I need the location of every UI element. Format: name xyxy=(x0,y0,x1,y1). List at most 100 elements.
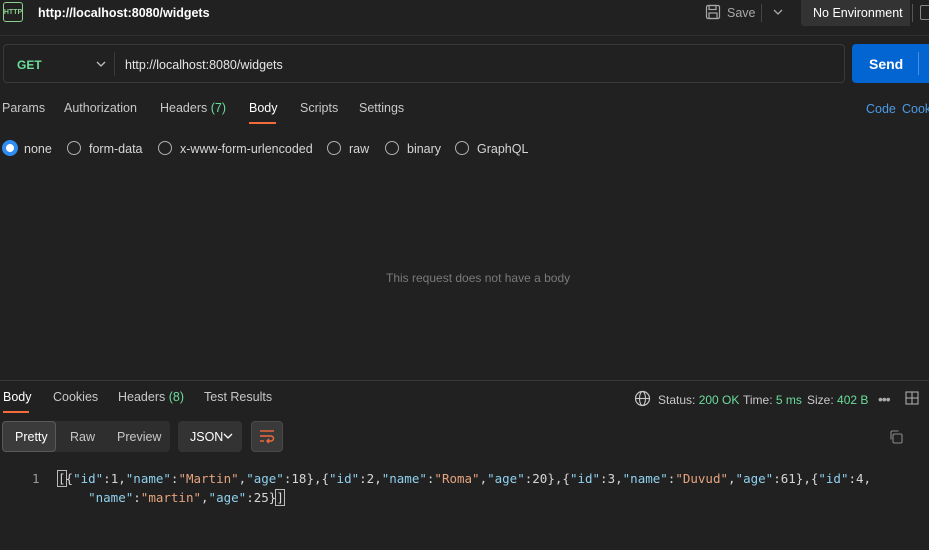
tab-scripts[interactable]: Scripts xyxy=(300,101,338,115)
json-punctuation: , xyxy=(863,471,872,486)
more-options-icon[interactable]: ••• xyxy=(878,391,891,407)
json-key: "age" xyxy=(246,471,284,486)
time-value: 5 ms xyxy=(775,393,802,407)
json-punctuation: , xyxy=(803,471,811,486)
json-key: "id" xyxy=(569,471,601,486)
status-value: 200 OK xyxy=(698,393,740,407)
radio-urlencoded-label[interactable]: x-www-form-urlencoded xyxy=(180,142,313,156)
json-punctuation: , xyxy=(201,490,209,505)
radio-form-data-label[interactable]: form-data xyxy=(89,142,143,156)
json-string: "Martin" xyxy=(178,471,239,486)
wrap-lines-icon[interactable] xyxy=(258,428,276,444)
divider xyxy=(761,4,762,22)
response-time[interactable]: Time: 5 ms xyxy=(743,393,802,407)
json-punctuation: { xyxy=(321,471,330,486)
json-number: 4 xyxy=(856,471,864,486)
radio-none[interactable] xyxy=(2,140,18,156)
json-string: "martin" xyxy=(140,490,202,505)
radio-raw-label[interactable]: raw xyxy=(349,142,369,156)
radio-raw[interactable] xyxy=(327,141,341,155)
cookies-link[interactable]: Cookies xyxy=(902,102,929,116)
radio-graphql-label[interactable]: GraphQL xyxy=(477,142,528,156)
response-body-line-1[interactable]: [{"id":1,"name":"Martin","age":18},{"id"… xyxy=(57,470,872,487)
method-select[interactable]: GET xyxy=(17,58,42,72)
json-key: "id" xyxy=(818,471,849,486)
radio-binary[interactable] xyxy=(385,141,399,155)
copy-icon[interactable] xyxy=(888,429,904,445)
json-punctuation: } xyxy=(306,471,314,486)
tab-authorization[interactable]: Authorization xyxy=(64,101,137,115)
response-size[interactable]: Size: 402 B xyxy=(807,393,868,407)
radio-binary-label[interactable]: binary xyxy=(407,142,441,156)
radio-none-label[interactable]: none xyxy=(24,142,52,156)
divider xyxy=(918,52,919,75)
chevron-down-icon[interactable] xyxy=(222,430,234,442)
layout-toggle-icon[interactable] xyxy=(905,391,919,405)
json-punctuation: : xyxy=(359,471,367,486)
json-key: "name" xyxy=(125,471,171,486)
environment-label[interactable]: No Environment xyxy=(813,6,903,20)
json-number: 18 xyxy=(291,471,307,486)
json-punctuation: , xyxy=(479,471,488,486)
json-number: 20 xyxy=(532,471,548,486)
save-button[interactable]: Save xyxy=(727,6,756,20)
response-status[interactable]: Status: 200 OK xyxy=(658,393,739,407)
json-string: "Roma" xyxy=(434,471,480,486)
response-tab-body[interactable]: Body xyxy=(3,390,32,404)
response-tab-test-results[interactable]: Test Results xyxy=(204,390,272,404)
request-tab-title[interactable]: http://localhost:8080/widgets xyxy=(38,6,210,20)
send-button-label[interactable]: Send xyxy=(869,56,903,72)
tab-settings[interactable]: Settings xyxy=(359,101,404,115)
json-punctuation: , xyxy=(313,471,322,486)
json-number: 3 xyxy=(607,471,616,486)
status-label: Status: xyxy=(658,393,696,407)
json-punctuation: , xyxy=(118,471,126,486)
tab-params[interactable]: Params xyxy=(2,101,45,115)
json-string: "Duvud" xyxy=(675,471,729,486)
code-link[interactable]: Code xyxy=(866,102,896,116)
save-icon[interactable] xyxy=(705,4,721,20)
format-raw-button[interactable]: Raw xyxy=(70,430,95,444)
pane-resize-handle[interactable] xyxy=(0,380,929,381)
globe-icon[interactable] xyxy=(634,390,651,407)
json-key: "age" xyxy=(487,471,525,486)
json-punctuation: : xyxy=(103,471,111,486)
radio-form-data[interactable] xyxy=(67,141,81,155)
json-punctuation: , xyxy=(374,471,382,486)
language-label[interactable]: JSON xyxy=(190,430,223,444)
time-label: Time: xyxy=(743,393,773,407)
response-tab-headers[interactable]: Headers (8) xyxy=(118,390,184,404)
json-punctuation: , xyxy=(728,471,736,486)
json-key: "id" xyxy=(329,471,360,486)
divider xyxy=(912,4,913,22)
http-request-icon: HTTP xyxy=(3,2,23,22)
json-punctuation: , xyxy=(615,471,623,486)
json-punctuation: : xyxy=(133,490,141,505)
json-punctuation: ] xyxy=(275,489,285,506)
response-body-line-2[interactable]: "name":"martin","age":25}] xyxy=(58,489,285,506)
json-key: "age" xyxy=(735,471,774,486)
chevron-down-icon[interactable] xyxy=(771,4,785,20)
radio-urlencoded[interactable] xyxy=(158,141,172,155)
radio-graphql[interactable] xyxy=(455,141,469,155)
environment-quick-look-icon[interactable] xyxy=(920,5,929,20)
format-preview-button[interactable]: Preview xyxy=(117,430,161,444)
json-key: "name" xyxy=(381,471,427,486)
size-label: Size: xyxy=(807,393,834,407)
response-headers-count: (8) xyxy=(168,390,185,404)
empty-body-message: This request does not have a body xyxy=(386,271,571,285)
line-number: 1 xyxy=(32,471,40,486)
json-number: 61 xyxy=(780,471,796,486)
headers-count: (7) xyxy=(210,101,227,115)
size-value: 402 B xyxy=(837,393,869,407)
json-key: "age" xyxy=(208,490,247,505)
json-punctuation: : xyxy=(246,490,254,505)
chevron-down-icon[interactable] xyxy=(95,58,107,70)
url-input[interactable]: http://localhost:8080/widgets xyxy=(125,58,283,72)
tab-headers[interactable]: Headers (7) xyxy=(160,101,226,115)
response-tab-cookies[interactable]: Cookies xyxy=(53,390,98,404)
divider xyxy=(114,52,115,76)
tab-body[interactable]: Body xyxy=(249,101,278,115)
format-pretty-label[interactable]: Pretty xyxy=(15,430,48,444)
json-key: "name" xyxy=(88,490,134,505)
